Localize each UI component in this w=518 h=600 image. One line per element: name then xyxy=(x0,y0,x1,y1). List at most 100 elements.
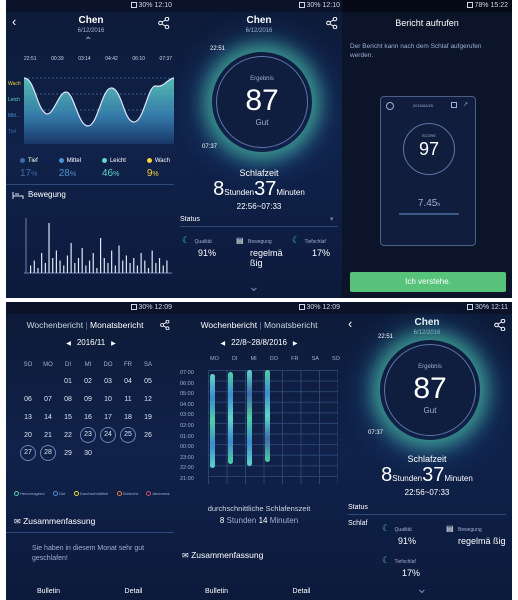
tab-month[interactable]: Monatsbericht xyxy=(264,320,317,330)
calendar-day[interactable]: 09 xyxy=(78,390,98,408)
day-number: 25 xyxy=(120,427,136,443)
calendar-day[interactable]: 21 xyxy=(38,426,58,444)
score-value: 87 xyxy=(245,84,279,117)
movement-bar xyxy=(158,258,161,273)
chevron-down-icon[interactable]: ⌄ xyxy=(416,580,428,597)
tab-bulletin[interactable]: Bulletin xyxy=(6,584,91,600)
calendar-day[interactable]: 01 xyxy=(58,372,78,390)
stage-name: Tief xyxy=(28,158,38,165)
stage-unit: % xyxy=(69,171,77,179)
next-month-icon[interactable]: ▶ xyxy=(111,341,116,347)
calendar-day[interactable]: 14 xyxy=(38,408,58,426)
stat-value: 91% xyxy=(198,248,217,258)
calendar-day[interactable]: 28 xyxy=(38,444,58,462)
time-label: 04:42 xyxy=(105,56,118,62)
movement-bar xyxy=(147,268,150,273)
calendar-day[interactable]: 05 xyxy=(138,372,158,390)
day-number: 17 xyxy=(104,413,112,421)
prev-week-icon[interactable]: ◀ xyxy=(220,341,225,347)
calendar-day[interactable]: 26 xyxy=(138,426,158,444)
battery-level: 30% xyxy=(475,304,490,311)
time-label: 22:51 xyxy=(24,56,37,62)
minutes-unit: Minuten xyxy=(276,188,305,197)
calendar-day[interactable]: 30 xyxy=(78,444,98,462)
calendar-day[interactable]: 08 xyxy=(58,390,78,408)
summary-text: Sie haben in diesem Monat sehr gut gesch… xyxy=(32,545,145,562)
tab-detail[interactable]: Detail xyxy=(91,584,176,600)
stat-label: Bewegung xyxy=(248,239,272,245)
calendar-day[interactable]: 19 xyxy=(138,408,158,426)
tab-detail[interactable]: Detail xyxy=(259,584,344,600)
calendar-day[interactable]: 29 xyxy=(58,444,78,462)
tab-month[interactable]: Monatsbericht xyxy=(90,320,143,330)
legend-label: Gut xyxy=(58,491,66,496)
next-week-icon[interactable]: ▶ xyxy=(293,341,298,347)
calendar-day[interactable]: 06 xyxy=(18,390,38,408)
share-icon[interactable] xyxy=(326,17,338,29)
calendar-day[interactable]: 12 xyxy=(138,390,158,408)
weekday: DO xyxy=(269,356,279,362)
day-number: 07 xyxy=(44,395,52,403)
avg-hours: 8 xyxy=(219,516,225,525)
page-date: 6/12/2016 xyxy=(413,330,441,336)
movement-bar xyxy=(155,263,157,273)
level-label: Tief xyxy=(8,129,17,135)
sleep-bar xyxy=(228,372,233,464)
stage-dot xyxy=(58,158,64,163)
clock: 12:09 xyxy=(322,304,340,311)
calendar-day[interactable]: 25 xyxy=(118,426,138,444)
stage-dot xyxy=(146,158,152,163)
calendar-day[interactable]: 18 xyxy=(118,408,138,426)
calendar-day[interactable]: 13 xyxy=(18,408,38,426)
calendar-day[interactable]: 02 xyxy=(78,372,98,390)
calendar-day[interactable]: 03 xyxy=(98,372,118,390)
calendar-day[interactable]: 04 xyxy=(118,372,138,390)
hour-label: 05:00 xyxy=(180,391,194,398)
calendar-day[interactable]: 24 xyxy=(98,426,118,444)
calendar-day[interactable]: 23 xyxy=(78,426,98,444)
level-axis: Wach Leich Mitt... Tief xyxy=(8,76,21,140)
calendar-day[interactable]: 20 xyxy=(18,426,38,444)
summary-header: ✉ Zusammenfassung xyxy=(14,516,95,526)
tab-bulletin[interactable]: Bulletin xyxy=(174,584,259,600)
chevron-up-icon[interactable]: ⌃ xyxy=(84,36,92,47)
hour-label: 04:00 xyxy=(180,401,194,408)
calendar-day[interactable]: 10 xyxy=(98,390,118,408)
score-value: 87 xyxy=(413,372,447,405)
day-number: 20 xyxy=(24,431,32,439)
sleep-wave-chart xyxy=(24,77,174,144)
status-chevron-icon[interactable]: ▾ xyxy=(330,215,334,223)
hour-label: 03:00 xyxy=(180,412,194,419)
hours-unit: Stunden xyxy=(224,188,255,197)
weekday: SO xyxy=(23,362,33,368)
minutes-unit: Minuten xyxy=(444,474,473,483)
sleep-duration: 8Stunden37Minuten xyxy=(174,178,344,201)
share-icon[interactable] xyxy=(158,17,170,29)
prev-month-icon[interactable]: ◀ xyxy=(66,341,71,347)
share-icon[interactable] xyxy=(160,320,170,330)
day-number: 13 xyxy=(24,413,32,421)
status-divider xyxy=(348,514,506,515)
calendar-day[interactable]: 22 xyxy=(58,426,78,444)
calendar-day[interactable]: 11 xyxy=(118,390,138,408)
level-label: Wach xyxy=(8,81,21,87)
movement-bar xyxy=(81,248,83,273)
confirm-button[interactable]: Ich verstehe. xyxy=(350,272,506,292)
calendar-day[interactable]: 17 xyxy=(98,408,118,426)
calendar-day[interactable]: 27 xyxy=(18,444,38,462)
share-icon[interactable] xyxy=(494,319,506,331)
tab-week[interactable]: Wochenbericht xyxy=(27,320,84,330)
tab-week[interactable]: Wochenbericht xyxy=(201,320,258,330)
movement-bar xyxy=(166,260,168,273)
calendar-day[interactable]: 15 xyxy=(58,408,78,426)
day-number: 14 xyxy=(44,413,52,421)
weekday: SO xyxy=(332,356,340,362)
chevron-down-icon[interactable]: ⌄ xyxy=(248,278,260,295)
legend-item: Schlecht xyxy=(116,491,138,497)
calendar-day[interactable]: 16 xyxy=(78,408,98,426)
stage-dot xyxy=(20,158,25,163)
calendar-day[interactable]: 07 xyxy=(38,390,58,408)
day-number: 30 xyxy=(84,449,92,457)
hour-label: 06:00 xyxy=(180,380,194,387)
time-label: 00:39 xyxy=(51,56,64,62)
